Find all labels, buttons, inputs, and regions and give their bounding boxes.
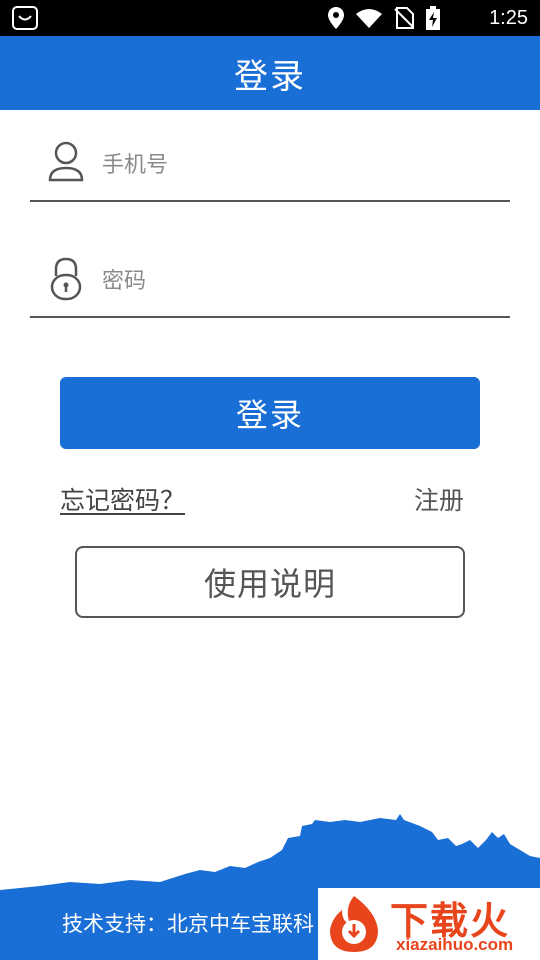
password-input[interactable] <box>100 256 504 306</box>
no-sim-icon <box>394 7 414 29</box>
location-icon <box>328 7 344 29</box>
phone-input[interactable] <box>100 140 504 190</box>
user-icon <box>48 141 84 182</box>
page-title: 登录 <box>234 56 306 97</box>
login-button[interactable]: 登录 <box>60 377 480 449</box>
support-text: 技术支持：北京中车宝联科 <box>62 912 314 936</box>
lock-icon <box>50 257 82 301</box>
status-time: 1:25 <box>489 7 528 29</box>
forgot-password-link[interactable]: 忘记密码？ <box>60 481 185 517</box>
notification-icon <box>12 6 38 30</box>
watermark-subtitle: xiazaihuo.com <box>396 935 514 954</box>
phone-field <box>30 140 510 202</box>
flame-logo-icon <box>330 896 378 952</box>
battery-charging-icon <box>426 6 440 30</box>
watermark: 下载火 xiazaihuo.com <box>318 888 540 960</box>
register-link[interactable]: 注册 <box>414 481 464 517</box>
app-header: 登录 <box>0 36 540 110</box>
user-guide-button[interactable]: 使用说明 <box>75 546 465 618</box>
status-bar: 1:25 <box>0 0 540 36</box>
password-field <box>30 256 510 318</box>
wifi-icon <box>356 9 382 28</box>
